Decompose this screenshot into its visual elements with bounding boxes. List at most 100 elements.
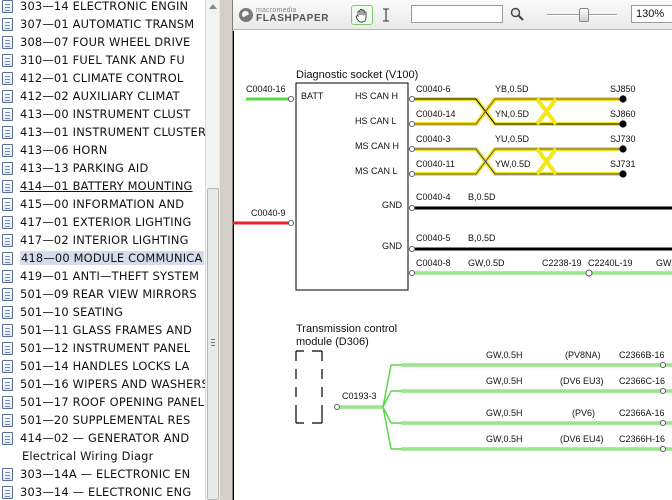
document-icon	[2, 467, 13, 481]
terminal-c0040-11	[408, 170, 416, 178]
tree-item[interactable]: 413—06 HORN	[0, 141, 205, 159]
tree-item[interactable]: 415—00 INFORMATION AND	[0, 195, 205, 213]
tree-item[interactable]: 413—13 PARKING AID	[0, 159, 205, 177]
text-cursor-icon	[383, 8, 389, 22]
tree-item[interactable]: 417—01 EXTERIOR LIGHTING	[0, 213, 205, 231]
tree-item[interactable]: 414—02 — GENERATOR AND	[0, 429, 205, 447]
tree-item-label: Electrical Wiring Diagr	[22, 449, 154, 463]
tree-item-label: 303—14 — ELECTRONIC ENG	[20, 485, 192, 499]
tree-item[interactable]: 501—20 SUPPLEMENTAL RES	[0, 411, 205, 429]
search-button[interactable]	[509, 6, 525, 22]
tree-item[interactable]: 310—01 FUEL TANK AND FU	[0, 51, 205, 69]
tree-item[interactable]: Electrical Wiring Diagr	[0, 447, 205, 465]
tree-item[interactable]: 417—02 INTERIOR LIGHTING	[0, 231, 205, 249]
tree-item[interactable]: 501—17 ROOF OPENING PANEL	[0, 393, 205, 411]
wire-label-c0040-8: C0040-8	[416, 258, 451, 268]
tree-item-label: 307—01 AUTOMATIC TRANSM	[20, 17, 195, 31]
tree-item-label: 308—07 FOUR WHEEL DRIVE	[20, 35, 191, 49]
document-icon	[2, 161, 13, 175]
tree-item-label: 412—02 AUXILIARY CLIMAT	[20, 89, 180, 103]
document-icon	[2, 53, 13, 67]
hand-tool-button[interactable]	[351, 5, 373, 25]
document-icon	[2, 305, 13, 319]
flashpaper-logo: macromedia FLASHPAPER	[239, 6, 329, 24]
wire-spec-gw: GW,0.5D	[468, 258, 505, 268]
scrollbar-thumb[interactable]	[207, 188, 219, 500]
terminal-c0040-5	[408, 245, 416, 253]
tree-item[interactable]: 413—01 INSTRUMENT CLUSTER	[0, 123, 205, 141]
document-icon	[2, 197, 13, 211]
tree-item[interactable]: 418—00 MODULE COMMUNICA	[0, 249, 205, 267]
tree-item-label: 413—01 INSTRUMENT CLUSTER	[20, 125, 205, 139]
tree-item[interactable]: 303—14 ELECTRONIC ENGIN	[0, 0, 205, 15]
document-icon	[2, 251, 13, 265]
tree-item[interactable]: 412—02 AUXILIARY CLIMAT	[0, 87, 205, 105]
search-input[interactable]	[411, 5, 503, 23]
tree-item[interactable]: 303—14 — ELECTRONIC ENG	[0, 483, 205, 500]
tree-item-label: 414—01 BATTERY MOUNTING	[20, 179, 193, 193]
terminal-c0040-14	[408, 120, 416, 128]
tcm-box	[295, 350, 323, 424]
wire-spec-yb: YB,0.5D	[495, 84, 529, 94]
pane-splitter[interactable]	[219, 0, 233, 500]
tree-item[interactable]: 303—14A — ELECTRONIC EN	[0, 465, 205, 483]
tree-item-label: 310—01 FUEL TANK AND FU	[20, 53, 185, 67]
tree-item-label: 303—14A — ELECTRONIC EN	[20, 467, 191, 481]
tcm-title-1: Transmission control	[296, 323, 397, 335]
tree-item[interactable]: 414—01 BATTERY MOUNTING	[0, 177, 205, 195]
document-page[interactable]: Diagnostic socket (V100) BATT HS CAN H H…	[233, 31, 672, 500]
tree-item[interactable]: 501—14 HANDLES LOCKS LA	[0, 357, 205, 375]
tree-item-label: 501—10 SEATING	[20, 305, 124, 319]
document-icon	[2, 107, 13, 121]
tree-item[interactable]: 501—11 GLASS FRAMES AND	[0, 321, 205, 339]
document-icon	[2, 341, 13, 355]
document-icon	[2, 71, 13, 85]
tree-item[interactable]: 501—10 SEATING	[0, 303, 205, 321]
document-icon	[2, 359, 13, 373]
splice-sj730	[619, 145, 627, 153]
zoom-slider[interactable]	[539, 7, 627, 23]
hand-icon	[355, 8, 367, 22]
tree-item[interactable]: 308—07 FOUR WHEEL DRIVE	[0, 33, 205, 51]
tree-item-label: 413—06 HORN	[20, 143, 108, 157]
document-icon	[2, 125, 13, 139]
splice-label-sj730: SJ730	[610, 134, 636, 144]
wire-label-gw-far: GW	[656, 258, 672, 268]
document-icon	[2, 179, 13, 193]
tree-item[interactable]: 413—00 INSTRUMENT CLUST	[0, 105, 205, 123]
connector-label-c2240l-19: C2240L-19	[588, 258, 633, 268]
wiring-diagram: Diagnostic socket (V100) BATT HS CAN H H…	[233, 31, 672, 500]
pin-ms-can-h: MS CAN H	[355, 141, 399, 151]
document-icon	[2, 395, 13, 409]
terminal-batt	[287, 95, 295, 103]
tree-item-label: 417—02 INTERIOR LIGHTING	[20, 233, 189, 247]
wire-label-c0040-11: C0040-11	[416, 159, 455, 169]
viewer-toolbar: macromedia FLASHPAPER 130%	[233, 0, 672, 30]
tree-scrollbar[interactable]	[205, 0, 219, 500]
wire-spec-yu: YU,0.5D	[495, 134, 530, 144]
terminal-c0040-6	[408, 95, 416, 103]
tcm-wire-spec-1: GW,0.5H	[486, 350, 523, 360]
document-tree[interactable]: 303—14 ELECTRONIC ENGIN 307—01 AUTOMATIC …	[0, 0, 205, 500]
document-icon	[2, 485, 13, 499]
tree-item-label: 418—00 MODULE COMMUNICA	[20, 251, 205, 265]
tree-item[interactable]: 501—16 WIPERS AND WASHERS	[0, 375, 205, 393]
tree-item[interactable]: 501—09 REAR VIEW MIRRORS	[0, 285, 205, 303]
document-icon	[2, 0, 13, 13]
tree-item[interactable]: 501—12 INSTRUMENT PANEL	[0, 339, 205, 357]
splice-label-sj850: SJ850	[610, 84, 636, 94]
wire-tcm-split	[382, 364, 392, 450]
tree-item[interactable]: 412—01 CLIMATE CONTROL	[0, 69, 205, 87]
wire-label-c0040-5: C0040-5	[416, 233, 451, 243]
text-select-tool-button[interactable]	[379, 5, 393, 25]
scroll-up-arrow-icon[interactable]	[209, 4, 217, 9]
wire-spec-b-2: B,0.5D	[468, 233, 496, 243]
tree-item[interactable]: 307—01 AUTOMATIC TRANSM	[0, 15, 205, 33]
zoom-slider-handle[interactable]	[579, 8, 589, 22]
tree-item-label: 413—00 INSTRUMENT CLUST	[20, 107, 191, 121]
zoom-level[interactable]: 130%	[631, 5, 672, 23]
wire-spec-yn: YN,0.5D	[495, 109, 530, 119]
document-icon	[2, 287, 13, 301]
document-icon	[2, 413, 13, 427]
tree-item[interactable]: 419—01 ANTI—THEFT SYSTEM	[0, 267, 205, 285]
